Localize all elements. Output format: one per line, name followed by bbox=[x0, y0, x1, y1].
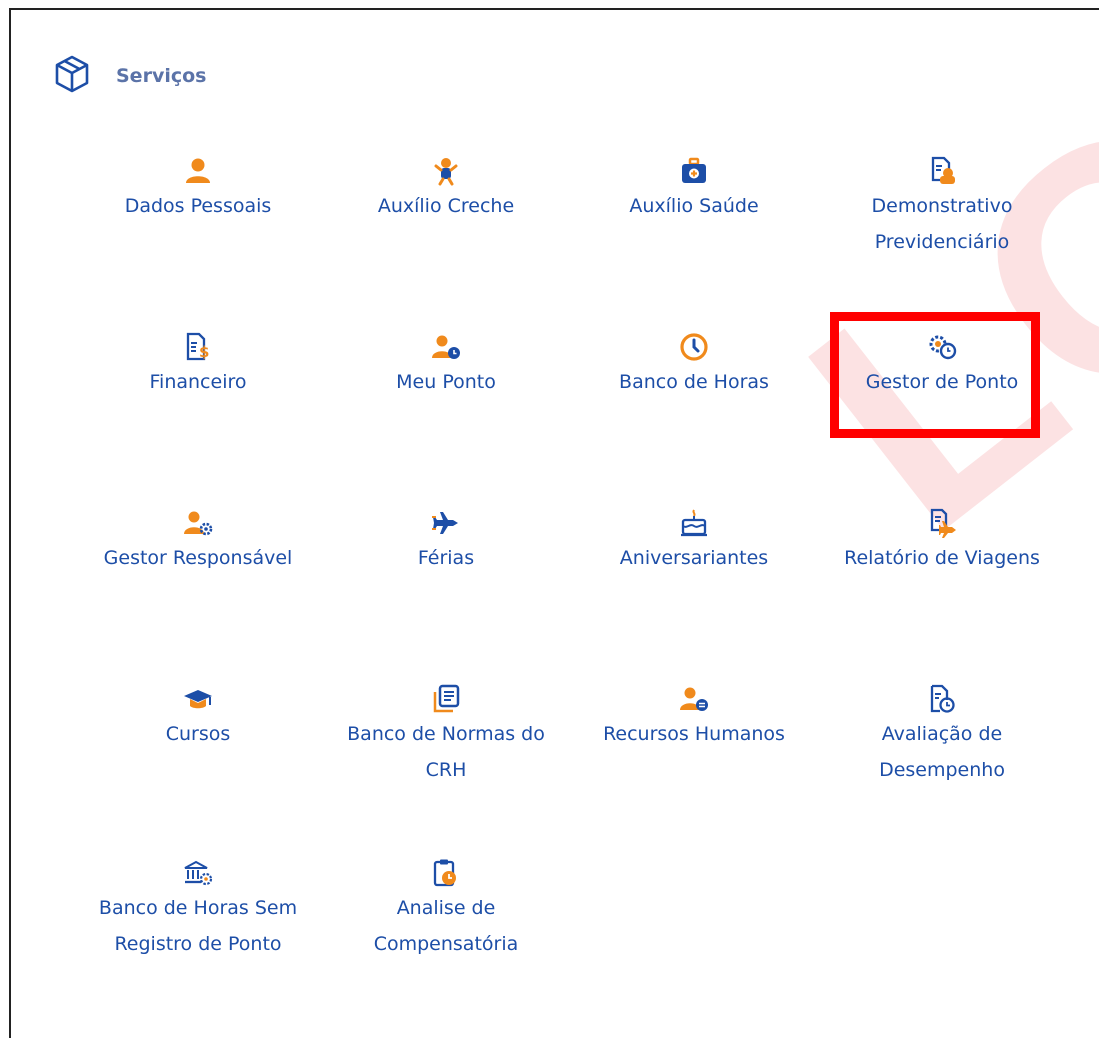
airplane-icon bbox=[431, 508, 461, 538]
cake-icon bbox=[679, 508, 709, 538]
service-label: Meu Ponto bbox=[396, 371, 496, 393]
service-banco-de-horas-sem-registro[interactable]: Banco de Horas Sem Registro de Ponto bbox=[80, 858, 316, 962]
service-ferias[interactable]: Férias bbox=[328, 508, 564, 576]
service-cursos[interactable]: Cursos bbox=[80, 684, 316, 752]
service-label: Analise de Compensatória bbox=[373, 897, 519, 955]
service-label: Avaliação de Desempenho bbox=[879, 723, 1005, 781]
documents-stack-icon bbox=[431, 684, 461, 714]
package-icon bbox=[52, 54, 92, 98]
medical-kit-icon bbox=[679, 156, 709, 186]
service-aniversariantes[interactable]: Aniversariantes bbox=[576, 508, 812, 576]
highlight-box bbox=[830, 312, 1040, 438]
document-airplane-icon bbox=[927, 508, 957, 538]
person-gear-icon bbox=[183, 508, 213, 538]
service-gestor-responsavel[interactable]: Gestor Responsável bbox=[80, 508, 316, 576]
person-card-icon bbox=[679, 684, 709, 714]
service-demonstrativo-previdenciario[interactable]: Demonstrativo Previdenciário bbox=[824, 156, 1060, 260]
service-label: Recursos Humanos bbox=[603, 723, 785, 745]
service-label: Dados Pessoais bbox=[124, 195, 272, 217]
service-relatorio-de-viagens[interactable]: Relatório de Viagens bbox=[824, 508, 1060, 576]
person-icon bbox=[183, 156, 213, 186]
person-clock-icon bbox=[431, 332, 461, 362]
service-label: Gestor Responsável bbox=[103, 547, 293, 569]
service-auxilio-creche[interactable]: Auxílio Creche bbox=[328, 156, 564, 224]
document-hands-icon bbox=[927, 156, 957, 186]
bank-gear-icon bbox=[183, 858, 213, 888]
service-financeiro[interactable]: $ Financeiro bbox=[80, 332, 316, 400]
document-clock-icon bbox=[927, 684, 957, 714]
service-label: Banco de Horas bbox=[619, 371, 769, 393]
service-dados-pessoais[interactable]: Dados Pessoais bbox=[80, 156, 316, 224]
service-banco-de-normas[interactable]: Banco de Normas do CRH bbox=[328, 684, 564, 788]
service-avaliacao-de-desempenho[interactable]: Avaliação de Desempenho bbox=[824, 684, 1060, 788]
service-label: Férias bbox=[417, 547, 475, 569]
service-label: Banco de Normas do CRH bbox=[347, 723, 545, 781]
document-dollar-icon: $ bbox=[183, 332, 213, 362]
service-label: Cursos bbox=[165, 723, 231, 745]
service-label: Financeiro bbox=[149, 371, 247, 393]
service-banco-de-horas[interactable]: Banco de Horas bbox=[576, 332, 812, 400]
svg-text:$: $ bbox=[199, 343, 209, 361]
page-title: Serviços bbox=[116, 65, 207, 87]
service-label: Banco de Horas Sem Registro de Ponto bbox=[98, 897, 298, 955]
service-analise-de-compensatoria[interactable]: Analise de Compensatória bbox=[328, 858, 564, 962]
service-label: Relatório de Viagens bbox=[844, 547, 1040, 569]
clipboard-clock-icon bbox=[431, 858, 461, 888]
baby-icon bbox=[431, 156, 461, 186]
service-label: Aniversariantes bbox=[619, 547, 769, 569]
service-label: Demonstrativo Previdenciário bbox=[871, 195, 1013, 253]
service-meu-ponto[interactable]: Meu Ponto bbox=[328, 332, 564, 400]
service-label: Auxílio Creche bbox=[377, 195, 515, 217]
service-recursos-humanos[interactable]: Recursos Humanos bbox=[576, 684, 812, 752]
graduation-cap-icon bbox=[183, 684, 213, 714]
services-header: Serviços bbox=[52, 54, 206, 98]
service-label: Auxílio Saúde bbox=[629, 195, 759, 217]
clock-icon bbox=[679, 332, 709, 362]
service-auxilio-saude[interactable]: Auxílio Saúde bbox=[576, 156, 812, 224]
